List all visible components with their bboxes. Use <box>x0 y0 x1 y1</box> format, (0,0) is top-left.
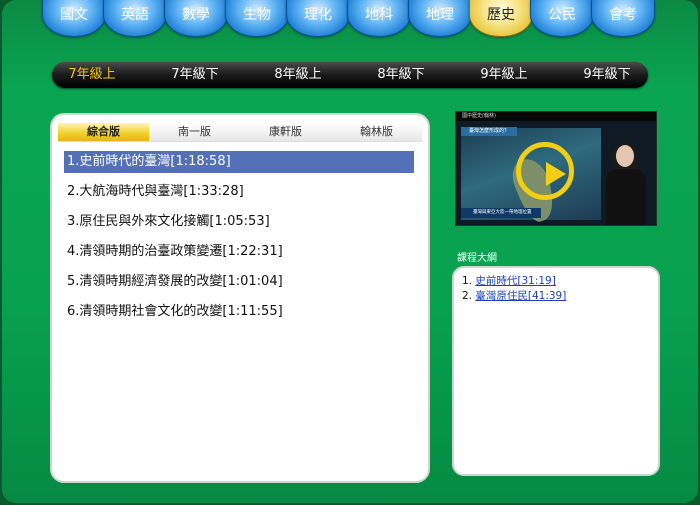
grade-8-2[interactable]: 8年級下 <box>351 62 451 88</box>
play-triangle-icon <box>546 162 566 186</box>
map-image <box>461 128 601 225</box>
syllabus-item-number: 1. <box>462 275 473 287</box>
lesson-item[interactable]: 5.清領時期經濟發展的改變[1:01:04] <box>64 271 414 293</box>
presenter-head <box>616 145 634 167</box>
tab-biology[interactable]: 生物 <box>225 0 289 37</box>
video-question: 臺灣怎麼形成的？ <box>461 127 517 136</box>
publisher-tab-combined[interactable]: 綜合版 <box>58 123 149 142</box>
lesson-item[interactable]: 4.清領時期的治臺政策變遷[1:22:31] <box>64 241 414 263</box>
lesson-list: 1.史前時代的臺灣[1:18:58] 2.大航海時代與臺灣[1:33:28] 3… <box>64 151 414 331</box>
syllabus-item: 2. 臺灣原住民[41:39] <box>462 289 566 304</box>
tab-history[interactable]: 歷史 <box>469 0 533 37</box>
tab-civics[interactable]: 公民 <box>530 0 594 37</box>
syllabus-title: 課程大綱 <box>457 253 497 264</box>
tab-exam[interactable]: 會考 <box>591 0 655 37</box>
tab-english[interactable]: 英語 <box>103 0 167 37</box>
lesson-panel: 綜合版 南一版 康軒版 翰林版 1.史前時代的臺灣[1:18:58] 2.大航海… <box>50 113 430 483</box>
syllabus-panel: 1. 史前時代[31:19] 2. 臺灣原住民[41:39] <box>452 266 660 476</box>
syllabus-link[interactable]: 史前時代[31:19] <box>475 275 555 287</box>
grade-bar: 7年級上 7年級下 8年級上 8年級下 9年級上 9年級下 <box>52 62 648 88</box>
tab-physics-chemistry[interactable]: 理化 <box>286 0 350 37</box>
tab-geography[interactable]: 地理 <box>408 0 472 37</box>
publisher-tabs: 綜合版 南一版 康軒版 翰林版 <box>58 123 422 142</box>
lesson-item[interactable]: 6.清領時期社會文化的改變[1:11:55] <box>64 301 414 323</box>
grade-7-1[interactable]: 7年級上 <box>42 62 142 88</box>
syllabus-list: 1. 史前時代[31:19] 2. 臺灣原住民[41:39] <box>462 274 566 304</box>
tab-chinese[interactable]: 國文 <box>42 0 106 37</box>
video-top-label: 國中歷史(翰林) <box>456 112 656 121</box>
syllabus-item: 1. 史前時代[31:19] <box>462 274 566 289</box>
app-frame: 國文 英語 數學 生物 理化 地科 地理 歷史 公民 會考 7年級上 7年級下 … <box>2 0 698 503</box>
grade-9-1[interactable]: 9年級上 <box>454 62 554 88</box>
publisher-tab-kangxuan[interactable]: 康軒版 <box>240 123 331 142</box>
lesson-item[interactable]: 1.史前時代的臺灣[1:18:58] <box>64 151 414 173</box>
syllabus-link[interactable]: 臺灣原住民[41:39] <box>475 290 566 302</box>
video-caption: 臺灣與東亞大陸一帶地理位置 <box>461 208 541 218</box>
lesson-item[interactable]: 2.大航海時代與臺灣[1:33:28] <box>64 181 414 203</box>
play-icon[interactable] <box>516 142 574 200</box>
syllabus-item-number: 2. <box>462 290 473 302</box>
publisher-tab-nani[interactable]: 南一版 <box>149 123 240 142</box>
lesson-item[interactable]: 3.原住民與外來文化接觸[1:05:53] <box>64 211 414 233</box>
tab-earth-science[interactable]: 地科 <box>347 0 411 37</box>
publisher-tab-hanlin[interactable]: 翰林版 <box>331 123 422 142</box>
grade-7-2[interactable]: 7年級下 <box>145 62 245 88</box>
grade-8-1[interactable]: 8年級上 <box>248 62 348 88</box>
presenter-image <box>602 137 652 225</box>
video-player[interactable]: 國中歷史(翰林) 臺灣怎麼形成的？ 臺灣與東亞大陸一帶地理位置 <box>455 111 657 226</box>
tab-math[interactable]: 數學 <box>164 0 228 37</box>
presenter-body <box>606 169 646 225</box>
grade-9-2[interactable]: 9年級下 <box>557 62 657 88</box>
